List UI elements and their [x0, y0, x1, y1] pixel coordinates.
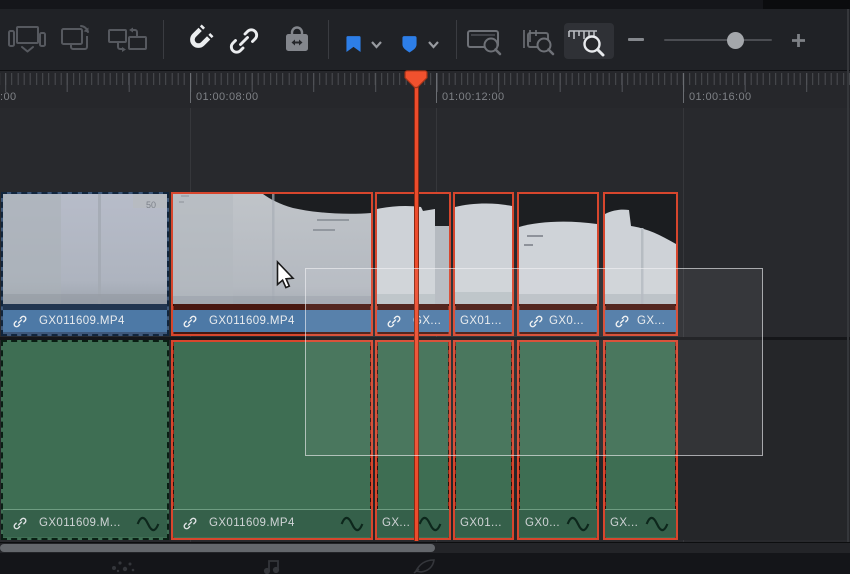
svg-text:50: 50 [146, 200, 156, 210]
